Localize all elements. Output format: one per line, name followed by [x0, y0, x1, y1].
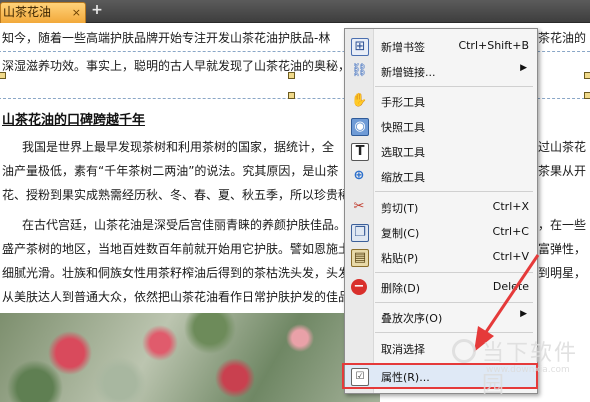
text-line: 从美肤达人到普通大众，依然把山茶花油看作日常护肤护发的佳品 — [2, 290, 351, 304]
text-line: 油产量极低，素有“千年茶树二两油”的说法。究其原因，是山茶 — [2, 164, 339, 178]
text-line: 花、授粉到果实成熟需经历秋、冬、春、夏、秋五季，所以珍贵稀 — [2, 188, 351, 202]
text-line: 我国是世界上最早发现茶树和利用茶树的国家，据统计，全 — [22, 140, 335, 154]
new-tab-icon[interactable]: + — [90, 3, 104, 17]
menu-item-delete[interactable]: − 删除(D) Delete — [345, 276, 537, 298]
menu-item-zoom-tool[interactable]: ⊕ 缩放工具 — [345, 165, 537, 187]
text-line: 知今，随着一些高端护肤品牌开始专注开发山茶花油护肤品-林 — [2, 31, 331, 45]
camellia-photo — [0, 313, 380, 402]
text-line: 过山茶花 — [538, 140, 587, 154]
menu-item-stack-order[interactable]: 叠放次序(O) ▶ — [345, 306, 537, 328]
menu-item-add-bookmark[interactable]: ⊞ 新增书签 Ctrl+Shift+B — [345, 35, 537, 57]
menu-item-copy[interactable]: ❐ 复制(C) Ctrl+C — [345, 221, 537, 243]
bookmark-add-icon: ⊞ — [351, 38, 369, 56]
watermark: 当下软件园 www.downxia.com — [452, 333, 590, 398]
resize-handle[interactable] — [288, 72, 295, 79]
text-line: 深湿滋养功效。事实上，聪明的古人早就发现了山茶花油的奥秘， — [2, 59, 351, 73]
submenu-arrow-icon: ▶ — [520, 63, 527, 73]
section-heading: 山茶花油的口碑跨越千年 — [2, 113, 146, 128]
copy-icon: ❐ — [351, 224, 369, 242]
resize-handle[interactable] — [584, 92, 590, 99]
paste-icon: ▤ — [351, 249, 369, 267]
menu-item-select-tool[interactable]: T 选取工具 — [345, 140, 537, 162]
camera-icon: ◉ — [351, 118, 369, 136]
resize-handle[interactable] — [288, 92, 295, 99]
text-line: 茶果从开 — [538, 164, 587, 178]
resize-handle[interactable] — [584, 72, 590, 79]
select-text-icon: T — [351, 143, 369, 161]
zoom-icon: ⊕ — [353, 168, 365, 183]
text-line: 富弹性， — [538, 242, 587, 256]
menu-separator — [375, 302, 533, 303]
scissors-icon: ✂ — [353, 199, 365, 214]
hand-icon: ✋ — [351, 93, 368, 108]
tab-document[interactable]: 山茶花油 × — [0, 2, 86, 23]
submenu-arrow-icon: ▶ — [520, 309, 527, 319]
tab-title: 山茶花油 — [3, 5, 52, 19]
text-line: ，在一些 — [538, 218, 587, 232]
menu-item-cut[interactable]: ✂ 剪切(T) Ctrl+X — [345, 196, 537, 218]
text-line: 盛产茶树的地区，当地百姓数百年前就开始用它护肤。譬如恩施土 — [2, 242, 351, 256]
link-add-icon: ⛓ — [351, 63, 368, 78]
resize-handle[interactable] — [0, 72, 6, 79]
menu-item-hand-tool[interactable]: ✋ 手形工具 — [345, 90, 537, 112]
text-line: 到明星， — [538, 266, 587, 280]
tab-close-icon[interactable]: × — [72, 3, 81, 22]
text-line: 茶花油的 — [538, 31, 587, 45]
menu-separator — [375, 191, 533, 192]
watermark-url: www.downxia.com — [486, 365, 570, 375]
watermark-logo — [452, 339, 476, 363]
menu-separator — [375, 272, 533, 273]
menu-item-snapshot-tool[interactable]: ◉ 快照工具 — [345, 115, 537, 137]
text-line: 细腻光滑。壮族和侗族女性用茶籽榨油后得到的茶枯洗头发，头发 — [2, 266, 351, 280]
text-line: 在古代宫廷，山茶花油是深受后宫佳丽青睐的养颜护肤佳品。 — [22, 218, 347, 232]
delete-icon: − — [351, 279, 367, 295]
tab-bar: 山茶花油 × + — [0, 0, 590, 23]
menu-item-add-link[interactable]: ⛓ 新增链接... ▶ — [345, 60, 537, 82]
menu-item-paste[interactable]: ▤ 粘贴(P) Ctrl+V — [345, 246, 537, 268]
menu-separator — [375, 86, 533, 87]
